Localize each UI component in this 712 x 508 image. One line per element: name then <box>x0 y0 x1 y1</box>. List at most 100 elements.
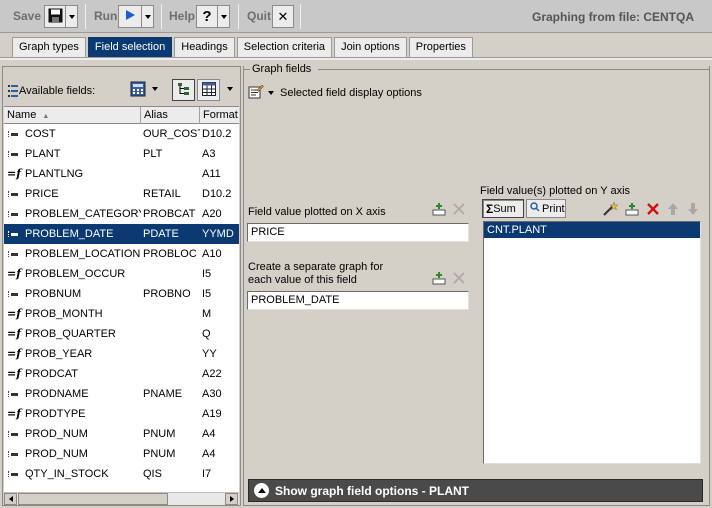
field-row[interactable]: =f PROB_MONTH M <box>4 304 239 324</box>
separate-graph-label-line1: Create a separate graph for <box>248 261 384 273</box>
add-field-icon <box>432 202 446 219</box>
play-icon <box>124 9 136 24</box>
save-dropdown[interactable] <box>66 5 78 28</box>
help-dropdown[interactable] <box>218 5 230 28</box>
field-name-cell: PROD_NUM <box>4 428 141 440</box>
add-y-field-button[interactable] <box>624 202 640 218</box>
field-name-cell: PROBLEM_LOCATION <box>4 248 141 260</box>
save-button[interactable] <box>44 5 66 28</box>
field-alias-cell: PROBCAT <box>143 208 196 220</box>
field-row[interactable]: PROD_NUM PNUM A4 <box>4 444 239 464</box>
remove-separate-field-button[interactable] <box>451 271 467 287</box>
run-button[interactable] <box>118 5 142 28</box>
chevron-down-icon <box>144 14 151 19</box>
scroll-left-button[interactable] <box>4 493 17 505</box>
move-up-button[interactable] <box>665 202 681 218</box>
field-name-cell: =f PLANTLNG <box>4 168 141 180</box>
tab-headings[interactable]: Headings <box>174 37 235 57</box>
add-x-field-button[interactable] <box>431 202 447 218</box>
field-icon <box>7 248 21 260</box>
computed-field-icon: =f <box>7 408 21 420</box>
field-row[interactable]: COST OUR_COST D10.2 <box>4 124 239 144</box>
field-format-cell: A11 <box>202 168 221 180</box>
field-row[interactable]: =f PRODTYPE A19 <box>4 404 239 424</box>
chevron-down-icon[interactable] <box>152 87 158 91</box>
field-row[interactable]: =f PROBLEM_OCCUR I5 <box>4 264 239 284</box>
delete-y-field-button[interactable] <box>645 202 661 218</box>
tab-graph-types[interactable]: Graph types <box>12 37 86 57</box>
quit-button[interactable]: ✕ <box>272 5 294 28</box>
tree-view-button[interactable] <box>172 79 195 101</box>
scroll-right-button[interactable] <box>225 493 238 505</box>
field-row[interactable]: PROBLEM_CATEGORY PROBCAT A20 <box>4 204 239 224</box>
show-graph-field-options-bar[interactable]: Show graph field options - PLANT <box>248 479 703 502</box>
calculator-icon[interactable] <box>130 81 146 100</box>
field-row[interactable]: =f PRODCAT A22 <box>4 364 239 384</box>
column-header-alias[interactable]: Alias <box>141 107 200 124</box>
horizontal-scrollbar[interactable] <box>4 492 239 505</box>
column-header-format[interactable]: Format <box>200 107 239 124</box>
field-icon <box>7 388 21 400</box>
y-axis-label: Field value(s) plotted on Y axis <box>480 185 631 197</box>
field-name: PROBLEM_LOCATION <box>25 248 141 260</box>
field-row[interactable]: =f PLANTLNG A11 <box>4 164 239 184</box>
tab-field-selection[interactable]: Field selection <box>87 37 173 57</box>
field-name-cell: =f PRODCAT <box>4 368 141 380</box>
sum-toggle-button[interactable]: Σ Sum <box>482 199 524 218</box>
field-name: PROBLEM_DATE <box>25 228 114 240</box>
chevron-down-icon[interactable] <box>227 87 233 91</box>
selected-field-display-options[interactable]: Selected field display options <box>248 84 422 102</box>
field-row[interactable]: QTY_IN_STOCK QIS I7 <box>4 464 239 484</box>
print-toggle-button[interactable]: Print <box>526 199 566 218</box>
field-format-cell: I7 <box>202 468 212 480</box>
computed-field-icon: =f <box>7 168 21 180</box>
field-row[interactable]: PROBLEM_LOCATION PROBLOC A10 <box>4 244 239 264</box>
field-row[interactable]: PROD_NUM PNUM A4 <box>4 424 239 444</box>
separate-graph-label-line2: each value of this field <box>248 274 357 286</box>
tab-underline <box>0 57 712 60</box>
field-name-cell: PRODNAME <box>4 388 141 400</box>
show-options-label: Show graph field options - PLANT <box>275 483 469 498</box>
x-axis-label: Field value plotted on X axis <box>248 206 386 218</box>
scrollbar-thumb[interactable] <box>18 493 168 505</box>
field-alias-cell: OUR_COST <box>143 128 200 140</box>
field-row[interactable]: =f PROB_YEAR YY <box>4 344 239 364</box>
grid-view-button[interactable] <box>197 79 220 101</box>
field-name: PROBLEM_CATEGORY <box>25 208 141 220</box>
field-alias-cell: PNUM <box>143 448 176 460</box>
separate-graph-field-input[interactable]: PROBLEM_DATE <box>247 291 469 310</box>
field-row[interactable]: PROBNUM PROBNO I5 <box>4 284 239 304</box>
tab-selection-criteria[interactable]: Selection criteria <box>236 37 333 57</box>
field-row[interactable]: PROBLEM_DATE PDATE YYMD <box>4 224 239 244</box>
tab-properties[interactable]: Properties <box>408 37 473 57</box>
edit-y-field-button[interactable] <box>602 200 619 218</box>
remove-x-field-button[interactable] <box>451 202 467 218</box>
field-row[interactable]: PLANT PLT A3 <box>4 144 239 164</box>
field-format-cell: A22 <box>202 368 222 380</box>
tab-join-options[interactable]: Join options <box>334 37 407 57</box>
add-field-icon <box>432 271 446 288</box>
field-format-cell: D10.2 <box>202 188 232 200</box>
window-title: Graphing from file: CENTQA <box>532 10 694 24</box>
computed-field-icon: =f <box>7 368 21 380</box>
column-header-name[interactable]: Name ▲ <box>4 107 141 124</box>
field-format-cell: I5 <box>202 288 212 300</box>
field-alias-cell: PNAME <box>143 388 183 400</box>
field-name: PRICE <box>25 188 59 200</box>
add-separate-field-button[interactable] <box>431 271 447 287</box>
quit-label: Quit <box>247 9 271 23</box>
field-row[interactable]: PRICE RETAIL D10.2 <box>4 184 239 204</box>
x-axis-field-input[interactable]: PRICE <box>247 223 469 242</box>
y-axis-field-list[interactable]: CNT.PLANT <box>483 221 701 464</box>
field-row[interactable]: =f PROB_QUARTER Q <box>4 324 239 344</box>
help-button[interactable]: ? <box>196 5 218 28</box>
field-row[interactable]: PRODNAME PNAME A30 <box>4 384 239 404</box>
field-name-cell: QTY_IN_STOCK <box>4 468 141 480</box>
y-axis-list-item[interactable]: CNT.PLANT <box>484 222 700 238</box>
delete-disabled-icon <box>452 271 466 288</box>
move-down-button[interactable] <box>685 202 701 218</box>
field-icon <box>7 128 21 140</box>
field-name-cell: PROBLEM_DATE <box>4 228 141 240</box>
run-dropdown[interactable] <box>142 5 154 28</box>
field-list-icon <box>8 84 18 101</box>
